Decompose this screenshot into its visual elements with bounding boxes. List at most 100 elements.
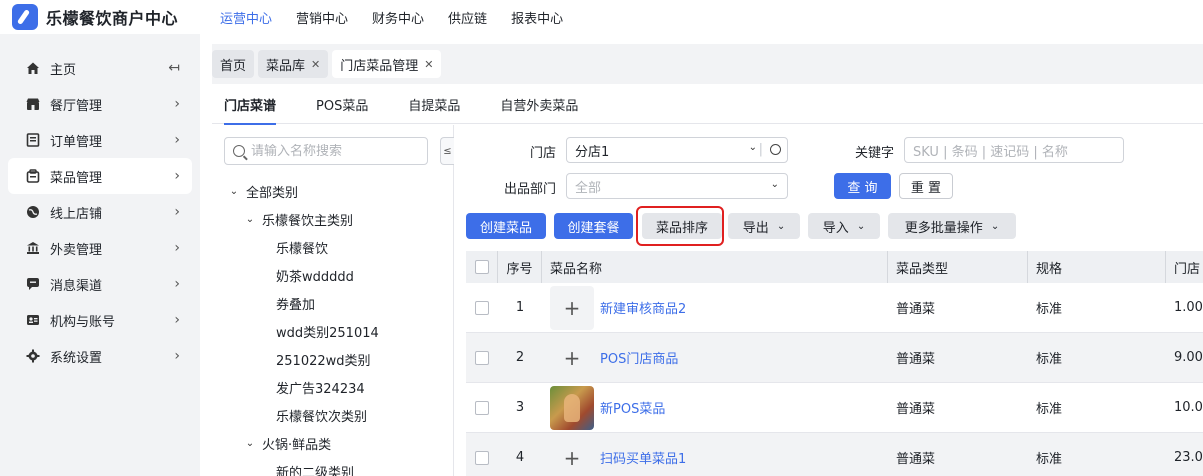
sidebar-item-org-accounts[interactable]: 机构与账号 ›: [8, 302, 192, 338]
subtab-self-delivery-dishes[interactable]: 自营外卖菜品: [500, 84, 578, 124]
sidebar-item-restaurant[interactable]: 餐厅管理 ›: [8, 86, 192, 122]
globe-icon: [26, 205, 40, 219]
tree-node[interactable]: 乐檬餐饮次类别: [212, 401, 452, 429]
more-batch-button[interactable]: 更多批量操作 ⌄: [888, 213, 1016, 239]
bank-icon: [26, 241, 40, 255]
top-bar: 乐檬餐饮商户中心 运营中心 营销中心 财务中心 供应链 报表中心: [0, 0, 1203, 34]
chevron-down-icon: ⌄: [856, 220, 866, 232]
table-row[interactable]: 1 + 新建审核商品2 普通菜 标准 1.00: [466, 283, 1203, 333]
chevron-right-icon: ›: [174, 276, 180, 292]
row-store-price: 9.00: [1174, 350, 1203, 365]
top-nav-marketing-center[interactable]: 营销中心: [296, 8, 348, 27]
dish-name-link[interactable]: POS门店商品: [600, 348, 678, 367]
add-image-icon[interactable]: +: [550, 285, 594, 330]
reset-button[interactable]: 重 置: [899, 173, 953, 199]
add-image-icon[interactable]: +: [550, 435, 594, 476]
close-icon[interactable]: ✕: [424, 58, 433, 71]
tree-node[interactable]: ⌄ 全部类别: [212, 177, 452, 205]
store-select-value: 分店1: [575, 144, 610, 160]
tree-node[interactable]: 新的二级类别: [212, 457, 452, 476]
category-tree: ⌄ 全部类别 ⌄ 乐檬餐饮主类别 乐檬餐饮 奶茶wddddd 券叠加 wdd类别: [212, 177, 452, 476]
import-button[interactable]: 导入 ⌄: [808, 213, 880, 239]
row-checkbox[interactable]: [475, 300, 489, 315]
table-row[interactable]: 3 新POS菜品 普通菜 标准 10.0: [466, 383, 1203, 433]
tab-dish-library[interactable]: 菜品库 ✕: [258, 50, 329, 78]
search-icon: [233, 145, 245, 157]
more-batch-label: 更多批量操作: [904, 220, 983, 236]
dept-select[interactable]: 全部 ⌄: [566, 173, 788, 199]
top-nav-report-center[interactable]: 报表中心: [511, 8, 563, 27]
row-name-cell: + 扫码买单菜品1: [542, 433, 888, 476]
row-checkbox[interactable]: [475, 350, 489, 365]
chevron-right-icon: ›: [174, 96, 180, 112]
dish-thumbnail[interactable]: [550, 385, 594, 430]
chevron-down-icon[interactable]: ⌄: [228, 186, 240, 197]
tree-node[interactable]: ⌄ 乐檬餐饮主类别: [212, 205, 452, 233]
table-row[interactable]: 2 + POS门店商品 普通菜 标准 9.00: [466, 333, 1203, 383]
tree-node[interactable]: 奶茶wddddd: [212, 261, 452, 289]
export-button[interactable]: 导出 ⌄: [728, 213, 800, 239]
sidebar-item-system-settings[interactable]: 系统设置 ›: [8, 338, 192, 374]
top-nav-supply-chain[interactable]: 供应链: [448, 8, 487, 27]
subtab-pos-dishes[interactable]: POS菜品: [316, 84, 368, 124]
create-combo-button[interactable]: 创建套餐: [554, 213, 633, 239]
category-search-input[interactable]: [251, 143, 411, 159]
sidebar-item-takeout[interactable]: 外卖管理 ›: [8, 230, 192, 266]
store-select[interactable]: 分店1 ⌄ |: [566, 137, 788, 163]
row-name-cell: 新POS菜品: [542, 383, 888, 432]
sidebar-item-orders[interactable]: 订单管理 ›: [8, 122, 192, 158]
tab-home[interactable]: 首页: [212, 50, 255, 78]
row-check-cell: [466, 433, 498, 476]
select-all-checkbox[interactable]: [474, 260, 489, 274]
query-button[interactable]: 查 询: [834, 173, 891, 199]
row-checkbox[interactable]: [475, 450, 489, 465]
tree-node-label: wdd类别251014: [276, 325, 379, 341]
row-check-cell: [466, 383, 498, 432]
dish-name-link[interactable]: 扫码买单菜品1: [600, 448, 686, 467]
page-tabs: 首页 菜品库 ✕ 门店菜品管理 ✕: [212, 50, 445, 78]
table-row[interactable]: 4 + 扫码买单菜品1 普通菜 标准 23.0: [466, 433, 1203, 476]
close-icon[interactable]: ✕: [311, 58, 320, 71]
chevron-right-icon: ›: [174, 132, 180, 148]
subtab-pickup-dishes[interactable]: 自提菜品: [408, 84, 460, 124]
dish-name-link[interactable]: 新POS菜品: [600, 398, 665, 417]
logo-icon: [12, 4, 38, 30]
sidebar-item-label: 消息渠道: [50, 278, 103, 294]
create-dish-button[interactable]: 创建菜品: [466, 213, 546, 239]
add-image-icon[interactable]: +: [550, 335, 594, 380]
tree-node[interactable]: wdd类别251014: [212, 317, 452, 345]
sidebar-item-home[interactable]: 主页 ↤: [8, 50, 192, 86]
search-icon[interactable]: [770, 144, 781, 155]
tab-label: 门店菜品管理: [340, 58, 419, 74]
subtab-store-menu[interactable]: 门店菜谱: [224, 84, 277, 125]
app-logo[interactable]: 乐檬餐饮商户中心: [12, 4, 220, 30]
sidebar-item-dishes[interactable]: 菜品管理 ›: [8, 158, 192, 194]
tree-node[interactable]: 乐檬餐饮: [212, 233, 452, 261]
tree-node-label: 乐檬餐饮次类别: [276, 409, 368, 425]
chevron-down-icon[interactable]: ⌄: [244, 214, 256, 225]
collapse-sidebar-icon[interactable]: ↤: [168, 60, 180, 76]
tree-node[interactable]: ⌄ 火锅·鲜品类: [212, 429, 452, 457]
chevron-down-icon[interactable]: ⌄: [244, 438, 256, 449]
collapse-tree-icon[interactable]: ≤: [440, 137, 454, 165]
top-nav-ops-center[interactable]: 运营中心: [220, 8, 272, 27]
tree-node[interactable]: 券叠加: [212, 289, 452, 317]
tree-node[interactable]: 251022wd类别: [212, 345, 452, 373]
top-nav-finance-center[interactable]: 财务中心: [372, 8, 424, 27]
row-checkbox[interactable]: [475, 400, 489, 415]
dish-icon: [26, 169, 40, 183]
dept-filter-label: 出品部门: [503, 182, 556, 197]
dish-name-link[interactable]: 新建审核商品2: [600, 298, 686, 317]
tree-node[interactable]: 发广告324234: [212, 373, 452, 401]
store-filter-label: 门店: [529, 146, 556, 161]
sidebar-item-online-store[interactable]: 线上店铺 ›: [8, 194, 192, 230]
sub-tabs: 门店菜谱 POS菜品 自提菜品 自营外卖菜品: [212, 84, 1203, 125]
col-dish-type: 菜品类型: [888, 251, 1028, 283]
row-seq: 3: [515, 400, 525, 415]
sidebar-item-message-channels[interactable]: 消息渠道 ›: [8, 266, 192, 302]
row-spec: 标准: [1036, 452, 1063, 467]
chevron-down-icon: ⌄: [748, 142, 757, 153]
row-check-cell: [466, 283, 498, 332]
tab-store-dish-management[interactable]: 门店菜品管理 ✕: [332, 50, 442, 78]
keyword-input[interactable]: SKU | 条码 | 速记码 | 名称: [904, 137, 1124, 163]
